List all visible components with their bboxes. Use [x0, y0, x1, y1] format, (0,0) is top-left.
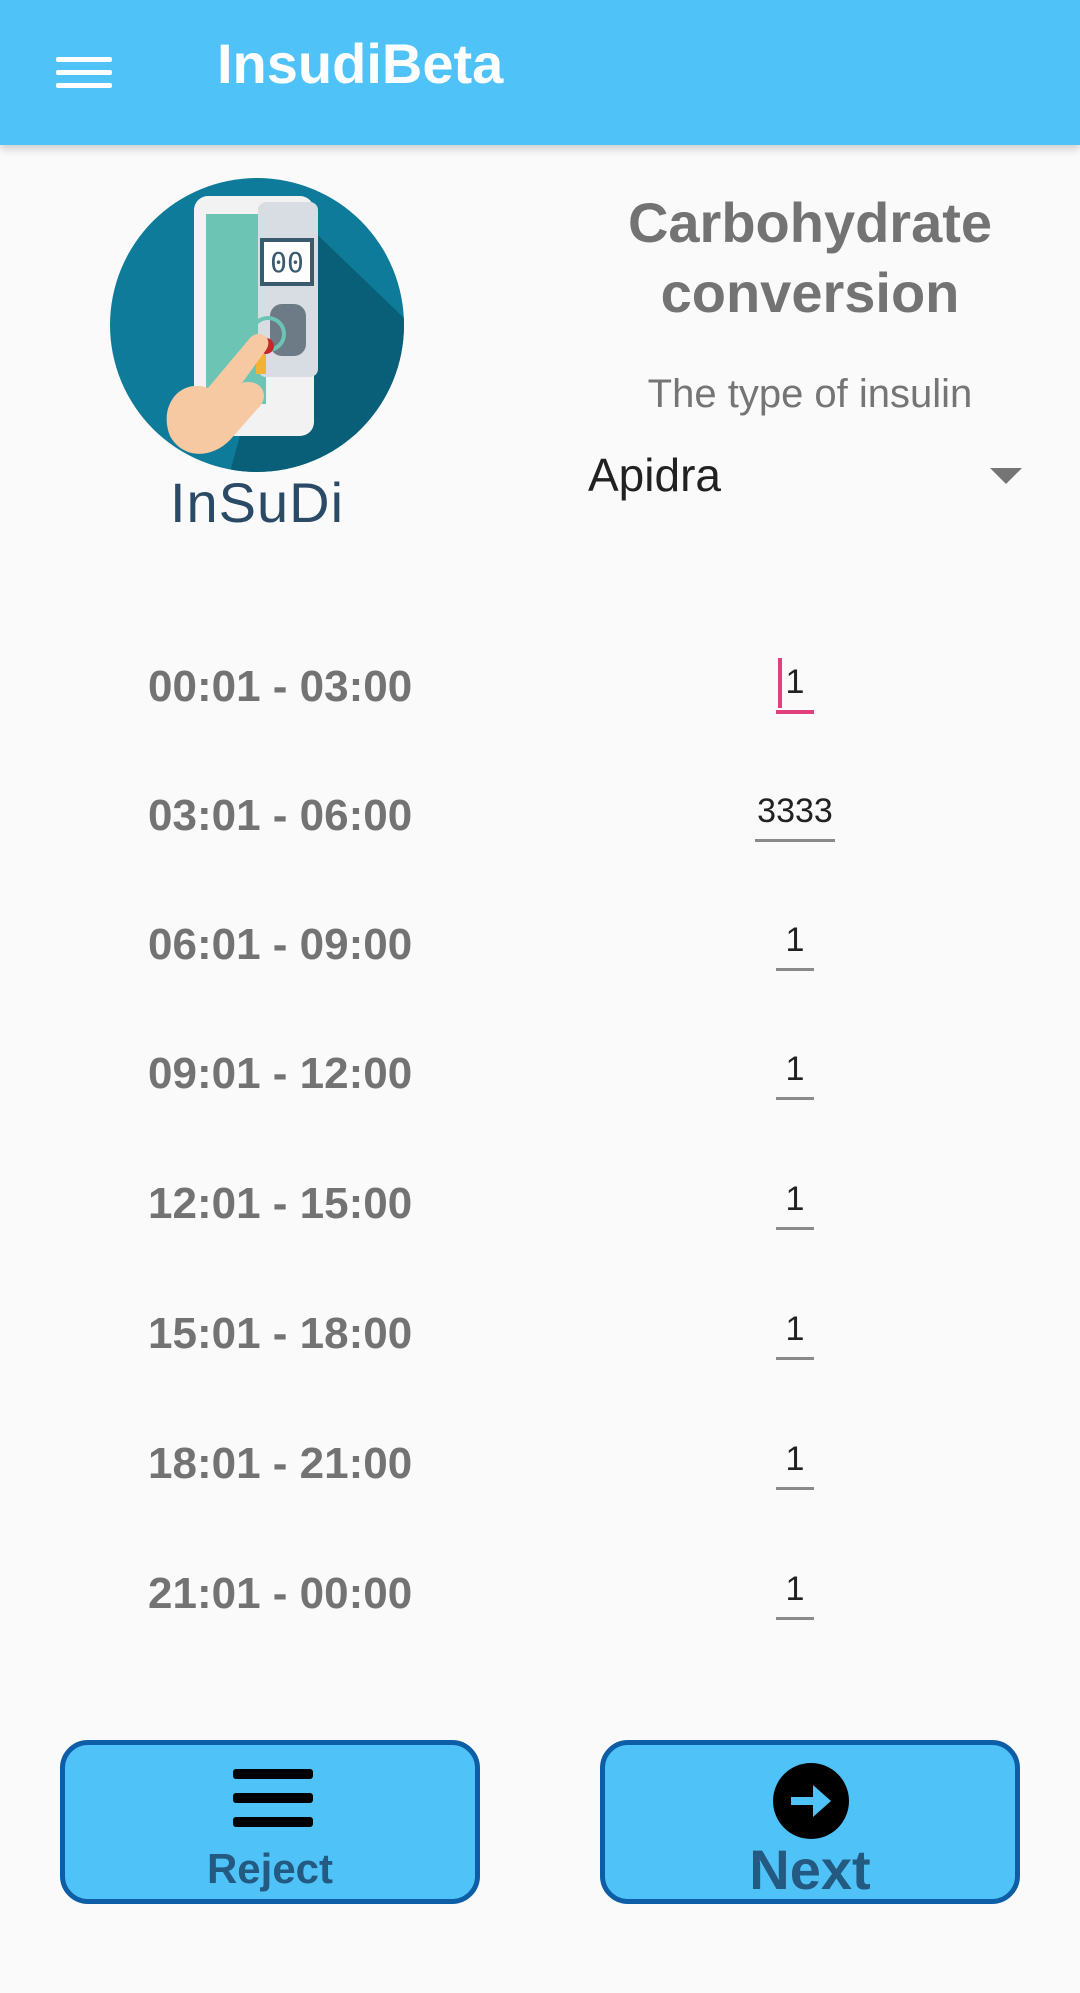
text-cursor — [778, 658, 782, 708]
ratio-input[interactable]: 1 — [776, 1167, 814, 1230]
time-range-label: 09:01 - 12:00 — [148, 1049, 413, 1098]
menu-lines-icon — [233, 1769, 313, 1829]
glucometer-phone-logo: 00 — [110, 178, 404, 472]
ratio-input[interactable]: 1 — [776, 1427, 814, 1490]
reject-button-label: Reject — [206, 1845, 334, 1892]
reject-button[interactable]: Reject — [60, 1740, 480, 1904]
time-range-label: 21:01 - 00:00 — [148, 1569, 413, 1618]
time-range-label: 06:01 - 09:00 — [148, 920, 413, 969]
app-title: InsudiBeta — [217, 32, 504, 95]
time-row: 21:01 - 00:00 1 — [0, 1543, 1080, 1653]
page-title: Carbohydrate conversion — [627, 191, 993, 324]
logo-wordmark: InSuDi — [169, 471, 345, 534]
next-button[interactable]: Next — [600, 1740, 1020, 1904]
next-button-label: Next — [749, 1838, 871, 1901]
time-row: 12:01 - 15:00 1 — [0, 1153, 1080, 1263]
hamburger-menu-icon[interactable] — [48, 36, 120, 108]
insulin-type-value: Apidra — [588, 449, 721, 501]
arrow-right-circle-icon — [773, 1763, 849, 1839]
time-row: 03:01 - 06:00 3333 — [0, 765, 1080, 875]
time-row: 09:01 - 12:00 1 — [0, 1023, 1080, 1133]
time-row: 06:01 - 09:00 1 — [0, 894, 1080, 1004]
time-range-label: 00:01 - 03:00 — [148, 662, 413, 711]
svg-text:00: 00 — [270, 246, 304, 279]
time-row: 18:01 - 21:00 1 — [0, 1413, 1080, 1523]
ratio-input[interactable]: 1 — [776, 1557, 814, 1620]
time-row: 00:01 - 03:00 1 — [0, 636, 1080, 746]
ratio-input[interactable]: 1 — [776, 908, 814, 971]
app-bar: InsudiBeta — [0, 0, 1080, 145]
time-range-label: 12:01 - 15:00 — [148, 1179, 413, 1228]
ratio-input[interactable]: 1 — [776, 1037, 814, 1100]
ratio-input[interactable]: 1 — [776, 1297, 814, 1360]
time-range-label: 03:01 - 06:00 — [148, 791, 413, 840]
ratio-input-value: 1 — [785, 663, 805, 701]
time-row: 15:01 - 18:00 1 — [0, 1283, 1080, 1393]
ratio-input[interactable]: 3333 — [755, 779, 835, 842]
insulin-type-label: The type of insulin — [647, 372, 973, 416]
time-range-label: 15:01 - 18:00 — [148, 1309, 413, 1358]
ratio-input[interactable]: 1 — [776, 650, 814, 714]
time-range-label: 18:01 - 21:00 — [148, 1439, 413, 1488]
insulin-type-dropdown[interactable]: Apidra — [588, 440, 1028, 512]
dropdown-caret-icon — [990, 468, 1022, 484]
